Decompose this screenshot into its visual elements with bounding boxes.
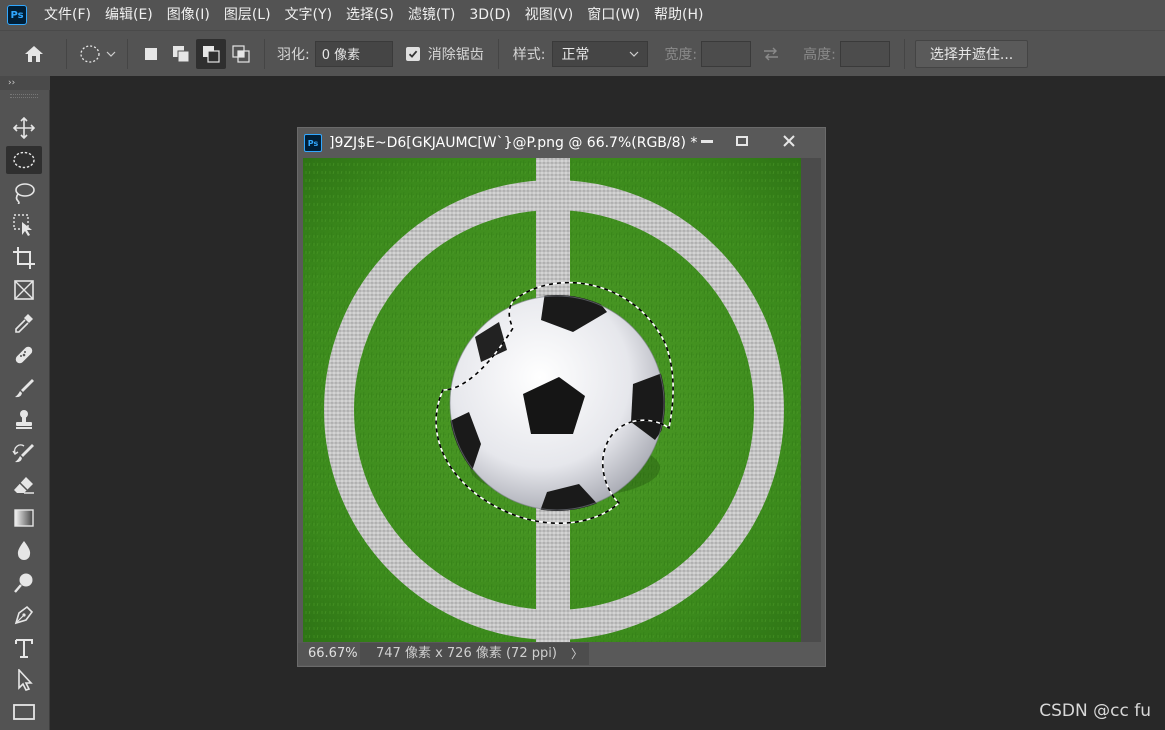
feather-label: 羽化:	[277, 46, 310, 63]
document-dimensions: 747 像素 x 726 像素 (72 ppi)	[376, 646, 557, 661]
object-selection-tool-icon[interactable]	[6, 211, 42, 239]
menu-bar: Ps 文件(F) 编辑(E) 图像(I) 图层(L) 文字(Y) 选择(S) 滤…	[0, 0, 1165, 30]
frame-tool-icon[interactable]	[6, 276, 42, 304]
history-brush-tool-icon[interactable]	[6, 439, 42, 467]
menu-file[interactable]: 文件(F)	[37, 0, 98, 30]
minimize-icon	[701, 140, 713, 143]
crop-tool-icon[interactable]	[6, 244, 42, 272]
lasso-tool-icon[interactable]	[6, 179, 42, 207]
menu-window[interactable]: 窗口(W)	[580, 0, 647, 30]
new-selection-icon[interactable]	[136, 39, 166, 69]
vertical-scrollbar[interactable]	[801, 158, 821, 642]
feather-input[interactable]: 0 像素	[314, 40, 393, 67]
menu-type[interactable]: 文字(Y)	[278, 0, 339, 30]
subtract-from-selection-icon[interactable]	[196, 38, 226, 69]
tools-panel: ››	[0, 76, 50, 730]
clone-stamp-tool-icon[interactable]	[6, 406, 42, 434]
soccer-field-image	[303, 158, 801, 642]
antialias-checkbox[interactable]	[405, 46, 420, 61]
options-bar: 羽化: 0 像素 消除锯齿 样式: 正常 宽度: 高度: 选择并遮住...	[0, 30, 1165, 76]
menu-help[interactable]: 帮助(H)	[647, 0, 710, 30]
close-icon	[783, 135, 795, 147]
toolbar-grip[interactable]	[10, 94, 38, 98]
menu-filter[interactable]: 滤镜(T)	[401, 0, 462, 30]
elliptical-marquee-tool-icon[interactable]	[6, 146, 42, 174]
ellipse-marquee-preset-icon[interactable]	[75, 39, 119, 69]
menu-image[interactable]: 图像(I)	[160, 0, 217, 30]
menu-view[interactable]: 视图(V)	[518, 0, 581, 30]
add-to-selection-icon[interactable]	[166, 39, 196, 69]
gradient-tool-icon[interactable]	[6, 504, 42, 532]
maximize-button[interactable]	[726, 130, 758, 152]
dodge-tool-icon[interactable]	[6, 569, 42, 597]
move-tool-icon[interactable]	[6, 114, 42, 142]
eraser-tool-icon[interactable]	[6, 471, 42, 499]
photoshop-doc-icon: Ps	[304, 134, 322, 152]
chevron-down-icon	[630, 51, 639, 57]
home-icon[interactable]	[10, 39, 58, 69]
document-status-bar: 66.67% 747 像素 x 726 像素 (72 ppi) 〉	[298, 642, 825, 666]
watermark: CSDN @cc fu	[1039, 701, 1151, 721]
swap-width-height-icon[interactable]	[751, 39, 791, 69]
document-titlebar[interactable]: Ps ]9ZJ$E~D6[GKJAUMC[W`}@P.png @ 66.7%(R…	[298, 128, 825, 158]
minimize-button[interactable]	[691, 130, 723, 152]
status-bar-fill	[589, 643, 825, 665]
blur-tool-icon[interactable]	[6, 536, 42, 564]
height-label: 高度:	[803, 46, 836, 63]
menu-edit[interactable]: 编辑(E)	[98, 0, 160, 30]
toolbar-collapse-button[interactable]: ››	[0, 76, 50, 90]
document-title: ]9ZJ$E~D6[GKJAUMC[W`}@P.png @ 66.7%(RGB/…	[329, 135, 698, 151]
document-window: Ps ]9ZJ$E~D6[GKJAUMC[W`}@P.png @ 66.7%(R…	[297, 127, 826, 667]
type-tool-icon[interactable]	[6, 634, 42, 662]
divider	[127, 38, 128, 69]
select-and-mask-button[interactable]: 选择并遮住...	[914, 39, 1029, 68]
image-canvas[interactable]	[303, 158, 801, 642]
rectangle-tool-icon[interactable]	[6, 698, 42, 726]
pen-tool-icon[interactable]	[6, 601, 42, 629]
menu-layer[interactable]: 图层(L)	[217, 0, 278, 30]
width-label: 宽度:	[664, 46, 698, 63]
width-input[interactable]	[701, 40, 752, 67]
path-selection-tool-icon[interactable]	[6, 666, 42, 694]
height-input[interactable]	[839, 40, 890, 67]
document-info[interactable]: 747 像素 x 726 像素 (72 ppi) 〉	[360, 643, 589, 665]
healing-brush-tool-icon[interactable]	[6, 341, 42, 369]
style-label: 样式:	[512, 46, 546, 63]
divider	[66, 38, 67, 69]
brush-tool-icon[interactable]	[6, 374, 42, 402]
zoom-level[interactable]: 66.67%	[298, 643, 360, 665]
close-button[interactable]	[773, 130, 805, 152]
photoshop-logo: Ps	[7, 5, 27, 25]
intersect-selection-icon[interactable]	[226, 39, 256, 69]
divider	[264, 38, 265, 69]
chevron-right-icon: 〉	[570, 647, 583, 661]
eyedropper-tool-icon[interactable]	[6, 309, 42, 337]
menu-select[interactable]: 选择(S)	[339, 0, 401, 30]
style-select-value: 正常	[561, 46, 590, 63]
divider	[903, 38, 905, 69]
antialias-label: 消除锯齿	[427, 46, 484, 63]
menu-3d[interactable]: 3D(D)	[462, 0, 517, 30]
maximize-icon	[736, 136, 748, 146]
divider	[497, 38, 499, 69]
style-select[interactable]: 正常	[552, 40, 649, 67]
